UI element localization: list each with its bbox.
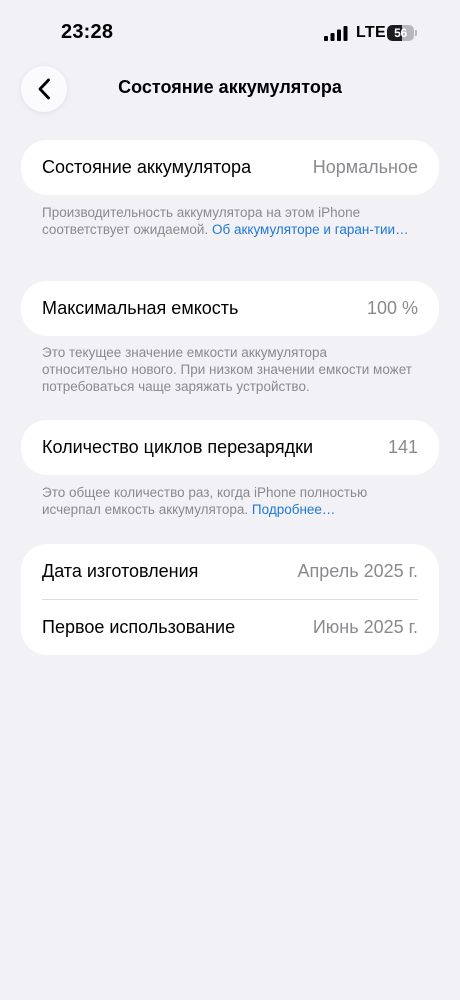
- cycle-count-value: 141: [387, 437, 418, 457]
- cycle-count-card: Количество циклов перезарядки 141: [21, 420, 439, 475]
- max-capacity-value: 100 %: [366, 298, 418, 318]
- max-capacity-footnote: Это текущее значение емкости аккумулятор…: [42, 345, 412, 394]
- max-capacity-row: Максимальная емкость 100 %: [21, 281, 439, 336]
- cellular-signal-icon: [324, 26, 348, 41]
- battery-icon: 56: [387, 25, 417, 41]
- cycle-count-footnote: Это общее количество раз, когда iPhone п…: [42, 484, 412, 518]
- status-time: 23:28: [61, 21, 114, 43]
- battery-health-card: Состояние аккумулятора Нормальное: [21, 140, 439, 195]
- battery-health-screen: 23:28 LTE 56 Состояние аккумулятора Сост…: [0, 0, 460, 1000]
- first-use-row: Первое использование Июнь 2025 г.: [21, 600, 439, 655]
- about-battery-link[interactable]: Об аккумуляторе и гаран-тии…: [212, 222, 409, 237]
- battery-health-label: Состояние аккумулятора: [42, 157, 252, 177]
- status-bar: 23:28 LTE 56: [0, 0, 460, 66]
- network-type-label: LTE: [356, 24, 386, 41]
- learn-more-link[interactable]: Подробнее…: [252, 502, 336, 517]
- battery-level-text: 56: [394, 26, 407, 40]
- max-capacity-card: Максимальная емкость 100 %: [21, 281, 439, 336]
- first-use-label: Первое использование: [42, 617, 236, 637]
- cycle-count-label: Количество циклов перезарядки: [42, 437, 314, 457]
- manufacture-date-value: Апрель 2025 г.: [297, 561, 418, 581]
- manufacture-date-label: Дата изготовления: [42, 561, 199, 581]
- battery-health-value: Нормальное: [312, 157, 418, 177]
- manufacture-date-row: Дата изготовления Апрель 2025 г.: [21, 544, 439, 599]
- page-title: Состояние аккумулятора: [118, 77, 342, 97]
- dates-card: Дата изготовления Апрель 2025 г. Первое …: [21, 544, 439, 655]
- first-use-value: Июнь 2025 г.: [312, 617, 418, 637]
- battery-health-row: Состояние аккумулятора Нормальное: [21, 140, 439, 195]
- battery-health-footnote: Производительность аккумулятора на этом …: [42, 204, 412, 238]
- max-capacity-label: Максимальная емкость: [42, 298, 239, 318]
- cycle-count-row: Количество циклов перезарядки 141: [21, 420, 439, 475]
